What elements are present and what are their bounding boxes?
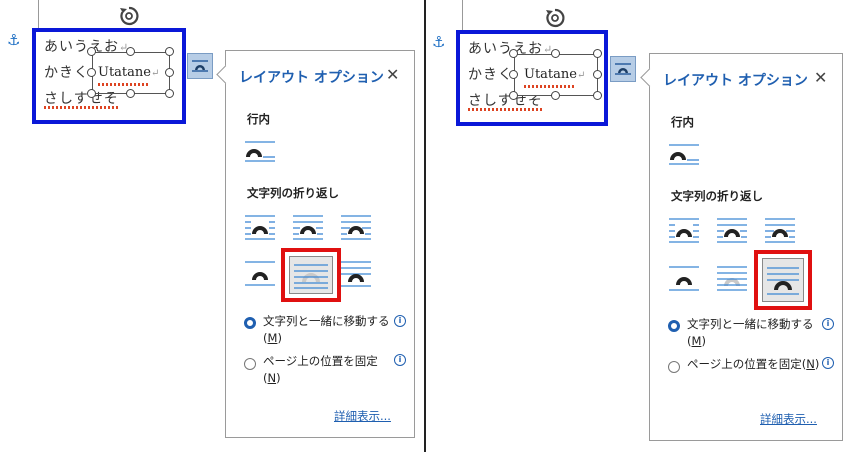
layout-options-panel: レイアウト オプション ✕ 行内 文字列の折り返し 文字列と一緒に移動する(M)…: [216, 50, 415, 438]
resize-handle[interactable]: [551, 49, 560, 58]
option-move-with-text-label: 文字列と一緒に移動する(M): [687, 317, 814, 348]
wrap-through-icon[interactable]: [763, 216, 797, 244]
resize-handle[interactable]: [509, 49, 518, 58]
info-icon[interactable]: i: [394, 315, 406, 327]
panel-pointer: [640, 68, 659, 87]
section-inline: 行内: [247, 112, 270, 126]
layout-options-button[interactable]: [187, 53, 213, 79]
wrap-square-icon[interactable]: [243, 213, 277, 241]
resize-handle[interactable]: [165, 47, 174, 56]
layout-options-icon: [192, 60, 208, 72]
wrap-behind-text-icon[interactable]: [715, 264, 749, 292]
panel-title: レイアウト オプション: [663, 73, 808, 89]
resize-handle[interactable]: [593, 49, 602, 58]
spellcheck-underline: [468, 108, 542, 111]
text-box[interactable]: Utatane↵: [514, 54, 598, 96]
text-box-content: Utatane↵: [98, 65, 160, 80]
info-icon[interactable]: i: [822, 357, 834, 369]
rotate-handle-icon[interactable]: [118, 5, 140, 27]
info-icon[interactable]: i: [394, 354, 406, 366]
resize-handle[interactable]: [509, 91, 518, 100]
wrap-behind-text-button[interactable]: [289, 256, 333, 294]
layout-options-panel: レイアウト オプション ✕ 行内 文字列の折り返し 文字列と一緒に移動する(M)…: [640, 53, 843, 441]
resize-handle[interactable]: [87, 68, 96, 77]
wrap-in-front-of-text-icon[interactable]: [339, 259, 373, 287]
resize-handle[interactable]: [87, 47, 96, 56]
wrap-in-front-of-text-icon: [767, 267, 799, 295]
doc-line-2: かきく: [468, 67, 513, 83]
wrap-in-front-of-text-button[interactable]: [762, 258, 804, 302]
spellcheck-underline: [98, 83, 150, 86]
layout-options-icon: [615, 63, 631, 75]
section-inline: 行内: [671, 115, 694, 129]
option-move-with-text-label: 文字列と一緒に移動する(M): [263, 314, 390, 345]
section-wrap: 文字列の折り返し: [247, 186, 339, 200]
layout-options-button[interactable]: [610, 56, 636, 82]
info-icon[interactable]: i: [822, 318, 834, 330]
see-more-link[interactable]: 詳細表示...: [334, 408, 391, 424]
resize-handle[interactable]: [551, 91, 560, 100]
option-fix-position-label: ページ上の位置を固定(N): [263, 354, 378, 385]
radio-move-with-text[interactable]: [668, 320, 680, 332]
document-frame: あいうえお↵ かきく さしすせそ Utatane↵: [32, 28, 186, 124]
resize-handle[interactable]: [593, 91, 602, 100]
close-icon[interactable]: ✕: [386, 67, 399, 83]
section-wrap: 文字列の折り返し: [671, 189, 763, 203]
close-icon[interactable]: ✕: [814, 70, 827, 86]
resize-handle[interactable]: [126, 47, 135, 56]
screen-right: ⚓ あいうえお↵ かきく さしすせそ Utatane↵ レイアウト オプション: [426, 0, 850, 452]
resize-handle[interactable]: [126, 89, 135, 98]
text-box[interactable]: Utatane↵: [92, 52, 170, 94]
see-more-link[interactable]: 詳細表示...: [760, 411, 817, 427]
resize-handle[interactable]: [165, 68, 174, 77]
radio-fix-position[interactable]: [668, 361, 680, 373]
radio-fix-position[interactable]: [244, 358, 256, 370]
wrap-tight-icon[interactable]: [291, 213, 325, 241]
radio-move-with-text[interactable]: [244, 317, 256, 329]
spellcheck-underline: [44, 106, 118, 109]
document-frame: あいうえお↵ かきく さしすせそ Utatane↵: [456, 30, 608, 126]
wrap-behind-text-icon: [294, 264, 328, 289]
wrap-inline-icon[interactable]: [667, 140, 701, 168]
wrap-square-icon[interactable]: [667, 216, 701, 244]
anchor-icon[interactable]: ⚓: [7, 33, 20, 48]
option-fix-position-label: ページ上の位置を固定(N): [687, 357, 820, 371]
resize-handle[interactable]: [87, 89, 96, 98]
doc-line-2: かきく: [44, 65, 89, 81]
wrap-inline-icon[interactable]: [243, 137, 277, 165]
text-box-content: Utatane↵: [524, 67, 586, 82]
panel-title: レイアウト オプション: [239, 70, 384, 86]
screen-left: ⚓ あいうえお↵ かきく さしすせそ Utatane↵ レイアウト オプション: [0, 0, 424, 452]
wrap-tight-icon[interactable]: [715, 216, 749, 244]
resize-handle[interactable]: [165, 89, 174, 98]
panel-pointer: [216, 65, 235, 84]
rotate-handle-icon[interactable]: [544, 7, 566, 29]
wrap-top-bottom-icon[interactable]: [243, 259, 277, 287]
resize-handle[interactable]: [509, 70, 518, 79]
resize-handle[interactable]: [593, 70, 602, 79]
spellcheck-underline: [524, 85, 576, 88]
anchor-icon[interactable]: ⚓: [432, 35, 445, 50]
wrap-through-icon[interactable]: [339, 213, 373, 241]
wrap-top-bottom-icon[interactable]: [667, 264, 701, 292]
